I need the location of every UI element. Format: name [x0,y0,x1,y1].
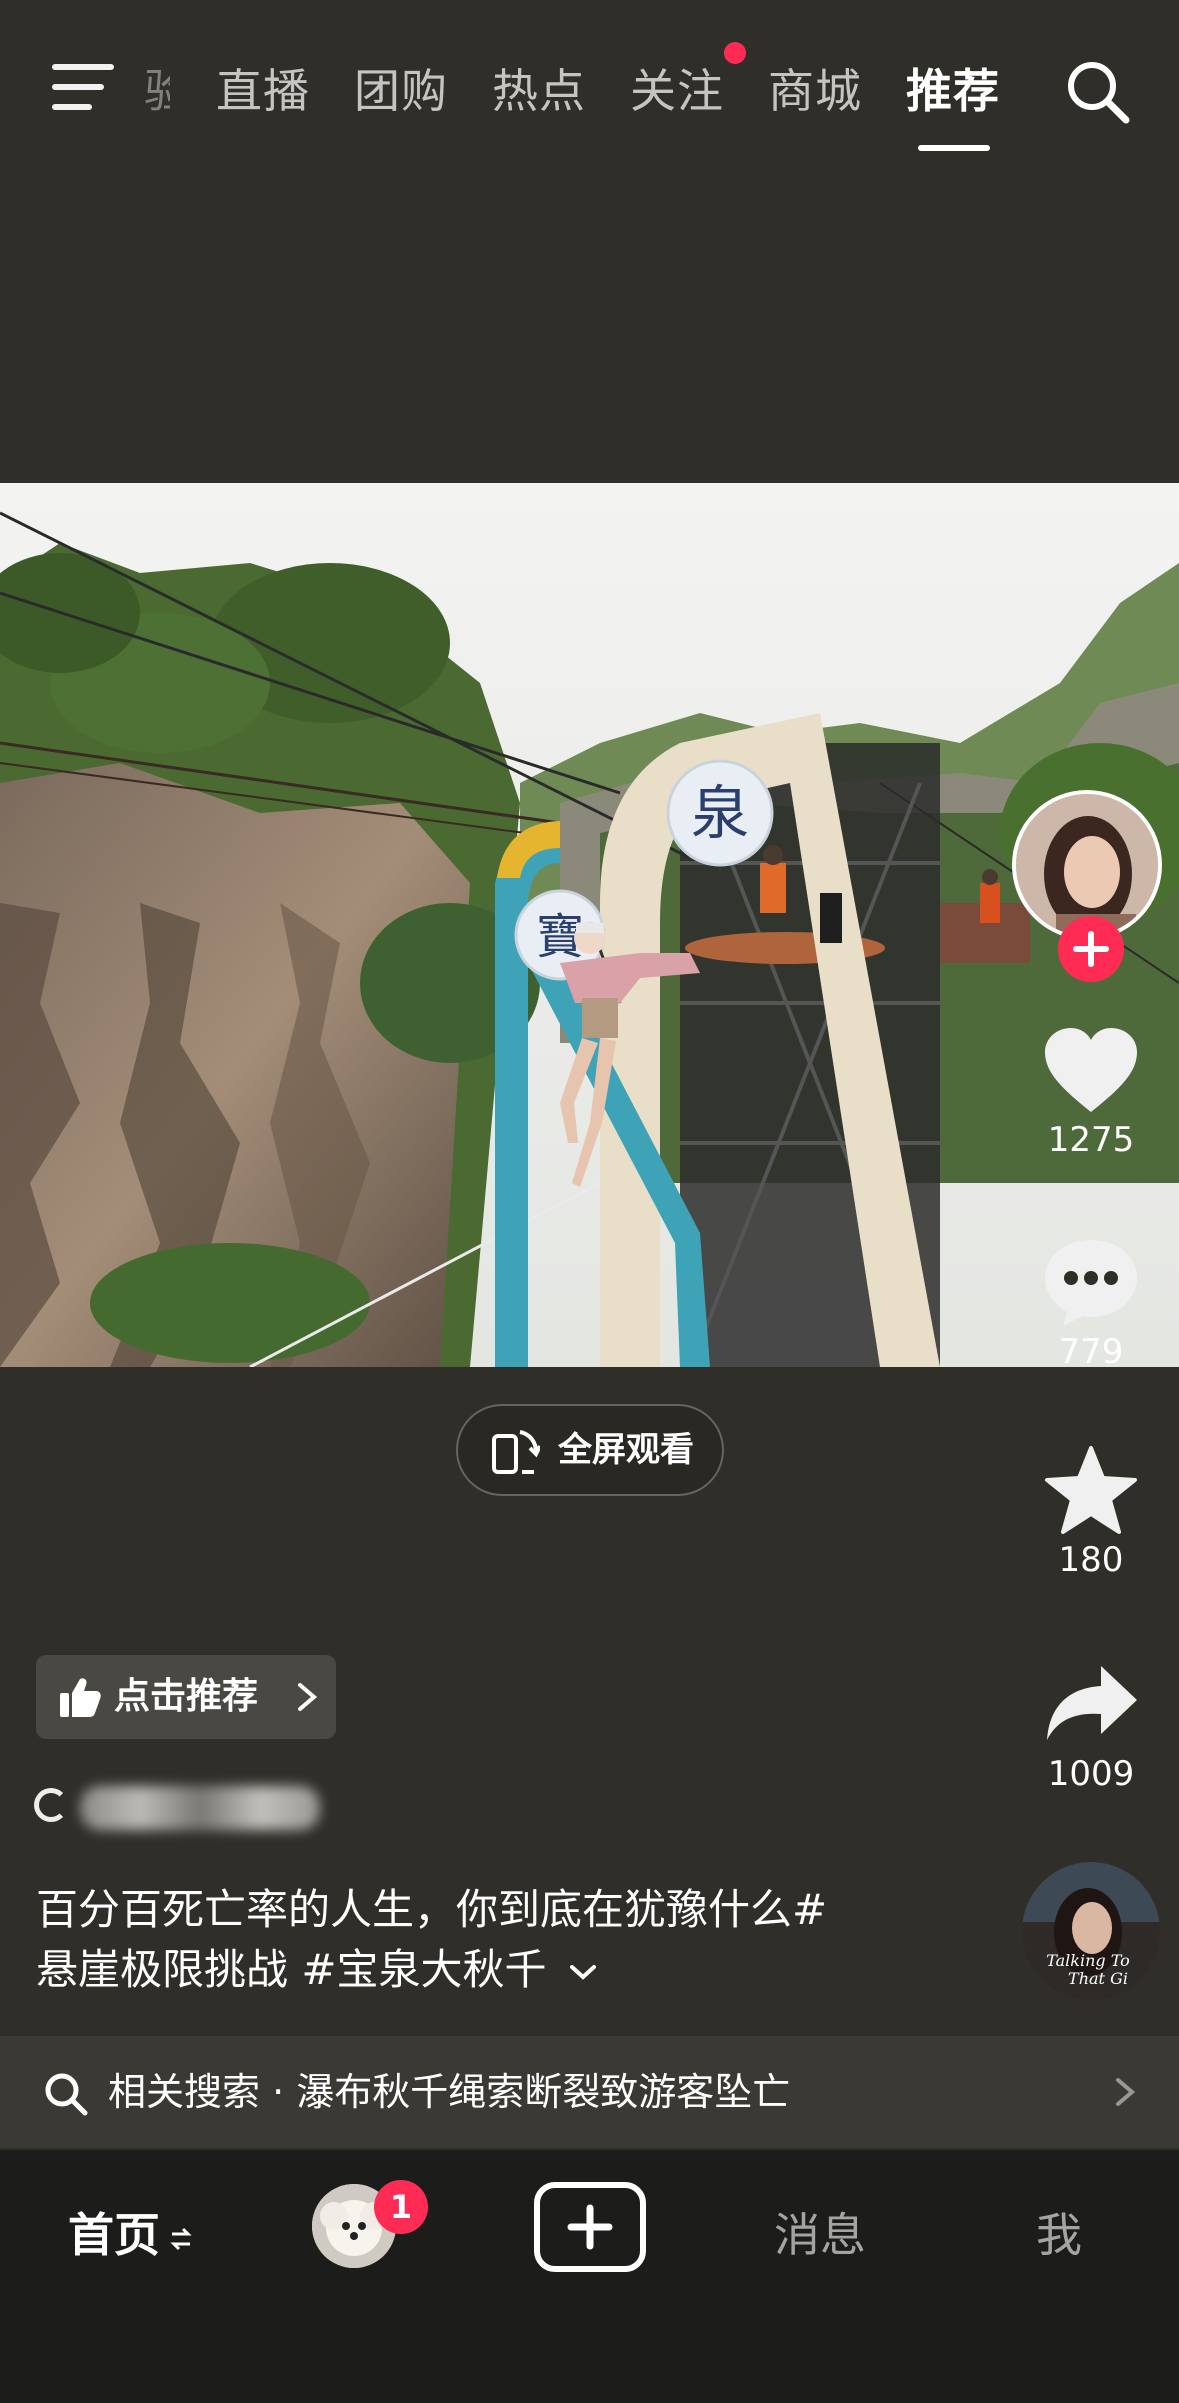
chevron-right-icon [1116,2078,1136,2106]
tab-live[interactable]: 直播 [216,56,310,126]
favorite-action[interactable]: 180 [1030,1444,1152,1580]
favorite-count: 180 [1058,1540,1124,1580]
nav-messages[interactable]: 消息 [774,2200,866,2270]
tab-hot[interactable]: 热点 [492,56,586,126]
recommend-label: 点击推荐 [114,1676,259,1717]
fullscreen-button[interactable]: 全屏观看 [456,1404,724,1496]
create-plus-icon[interactable] [534,2182,646,2272]
friends-badge: 1 [374,2180,428,2234]
share-icon[interactable] [1041,1660,1141,1750]
music-cover-text-2: That Gi [1068,1969,1128,1988]
author-name[interactable] [34,1778,320,1838]
comment-icon[interactable] [1041,1236,1141,1328]
rotate-screen-icon [492,1430,540,1474]
author-prefix-mark [34,1788,68,1822]
related-search-label: 相关搜索 · 瀑布秋千绳索断裂致游客坠亡 [108,2070,791,2114]
tab-group-buy[interactable]: 团购 [354,56,448,126]
nav-home[interactable]: 首页 [68,2200,194,2270]
comment-count: 779 [1058,1332,1124,1372]
related-search-bar[interactable]: 相关搜索 · 瀑布秋千绳索断裂致游客坠亡 [0,2036,1179,2148]
author-name-blurred [80,1786,320,1830]
thumbs-up-icon [60,1678,101,1717]
switch-arrows-icon [170,2227,192,2250]
search-icon[interactable] [1062,56,1132,126]
heart-icon[interactable] [1041,1026,1141,1116]
video-caption[interactable]: 百分百死亡率的人生，你到底在犹豫什么# 悬崖极限挑战 #宝泉大秋千 [36,1880,996,2000]
star-icon[interactable] [1041,1444,1141,1536]
caption-line-2-row: 悬崖极限挑战 #宝泉大秋千 [36,1940,996,2000]
share-action[interactable]: 1009 [1030,1660,1152,1794]
nav-me[interactable]: 我 [1036,2200,1082,2270]
video-frame: 泉 寶 [0,483,1179,1367]
sign-quan: 泉 [691,779,749,847]
caption-line-2: 悬崖极限挑战 #宝泉大秋千 [36,1945,547,1994]
comment-action[interactable]: 779 [1030,1236,1152,1372]
top-navigation-bar: 验 直播 团购 热点 关注 商城 推荐 [0,0,1179,160]
tab-following[interactable]: 关注 [630,56,724,126]
tab-partial[interactable]: 验 [144,56,170,126]
music-disc[interactable]: Talking To That Gi [1022,1862,1160,2000]
search-icon [45,2073,88,2116]
music-cover-text-1: Talking To [1046,1951,1130,1970]
like-action[interactable]: 1275 [1030,1026,1152,1160]
menu-icon[interactable] [52,64,114,112]
bottom-navigation-bar: 首页 1 消息 我 [0,2150,1179,2403]
tab-recommend[interactable]: 推荐 [906,56,1000,126]
like-count: 1275 [1047,1120,1135,1160]
tab-mall[interactable]: 商城 [768,56,862,126]
recommend-button[interactable]: 点击推荐 [36,1655,336,1739]
chevron-right-icon [298,1683,318,1711]
fullscreen-label: 全屏观看 [558,1430,694,1470]
nav-home-label: 首页 [68,2208,160,2262]
expand-chevron-icon[interactable] [568,1961,598,1985]
author-avatar[interactable] [1012,790,1168,982]
video-player[interactable]: 泉 寶 [0,483,1179,1367]
active-tab-indicator [918,145,990,151]
follow-plus-icon[interactable] [1058,916,1124,982]
caption-line-1: 百分百死亡率的人生，你到底在犹豫什么# [36,1885,828,1934]
music-cover: Talking To That Gi [1022,1862,1160,2000]
share-count: 1009 [1047,1754,1135,1794]
following-notification-dot [724,42,746,64]
